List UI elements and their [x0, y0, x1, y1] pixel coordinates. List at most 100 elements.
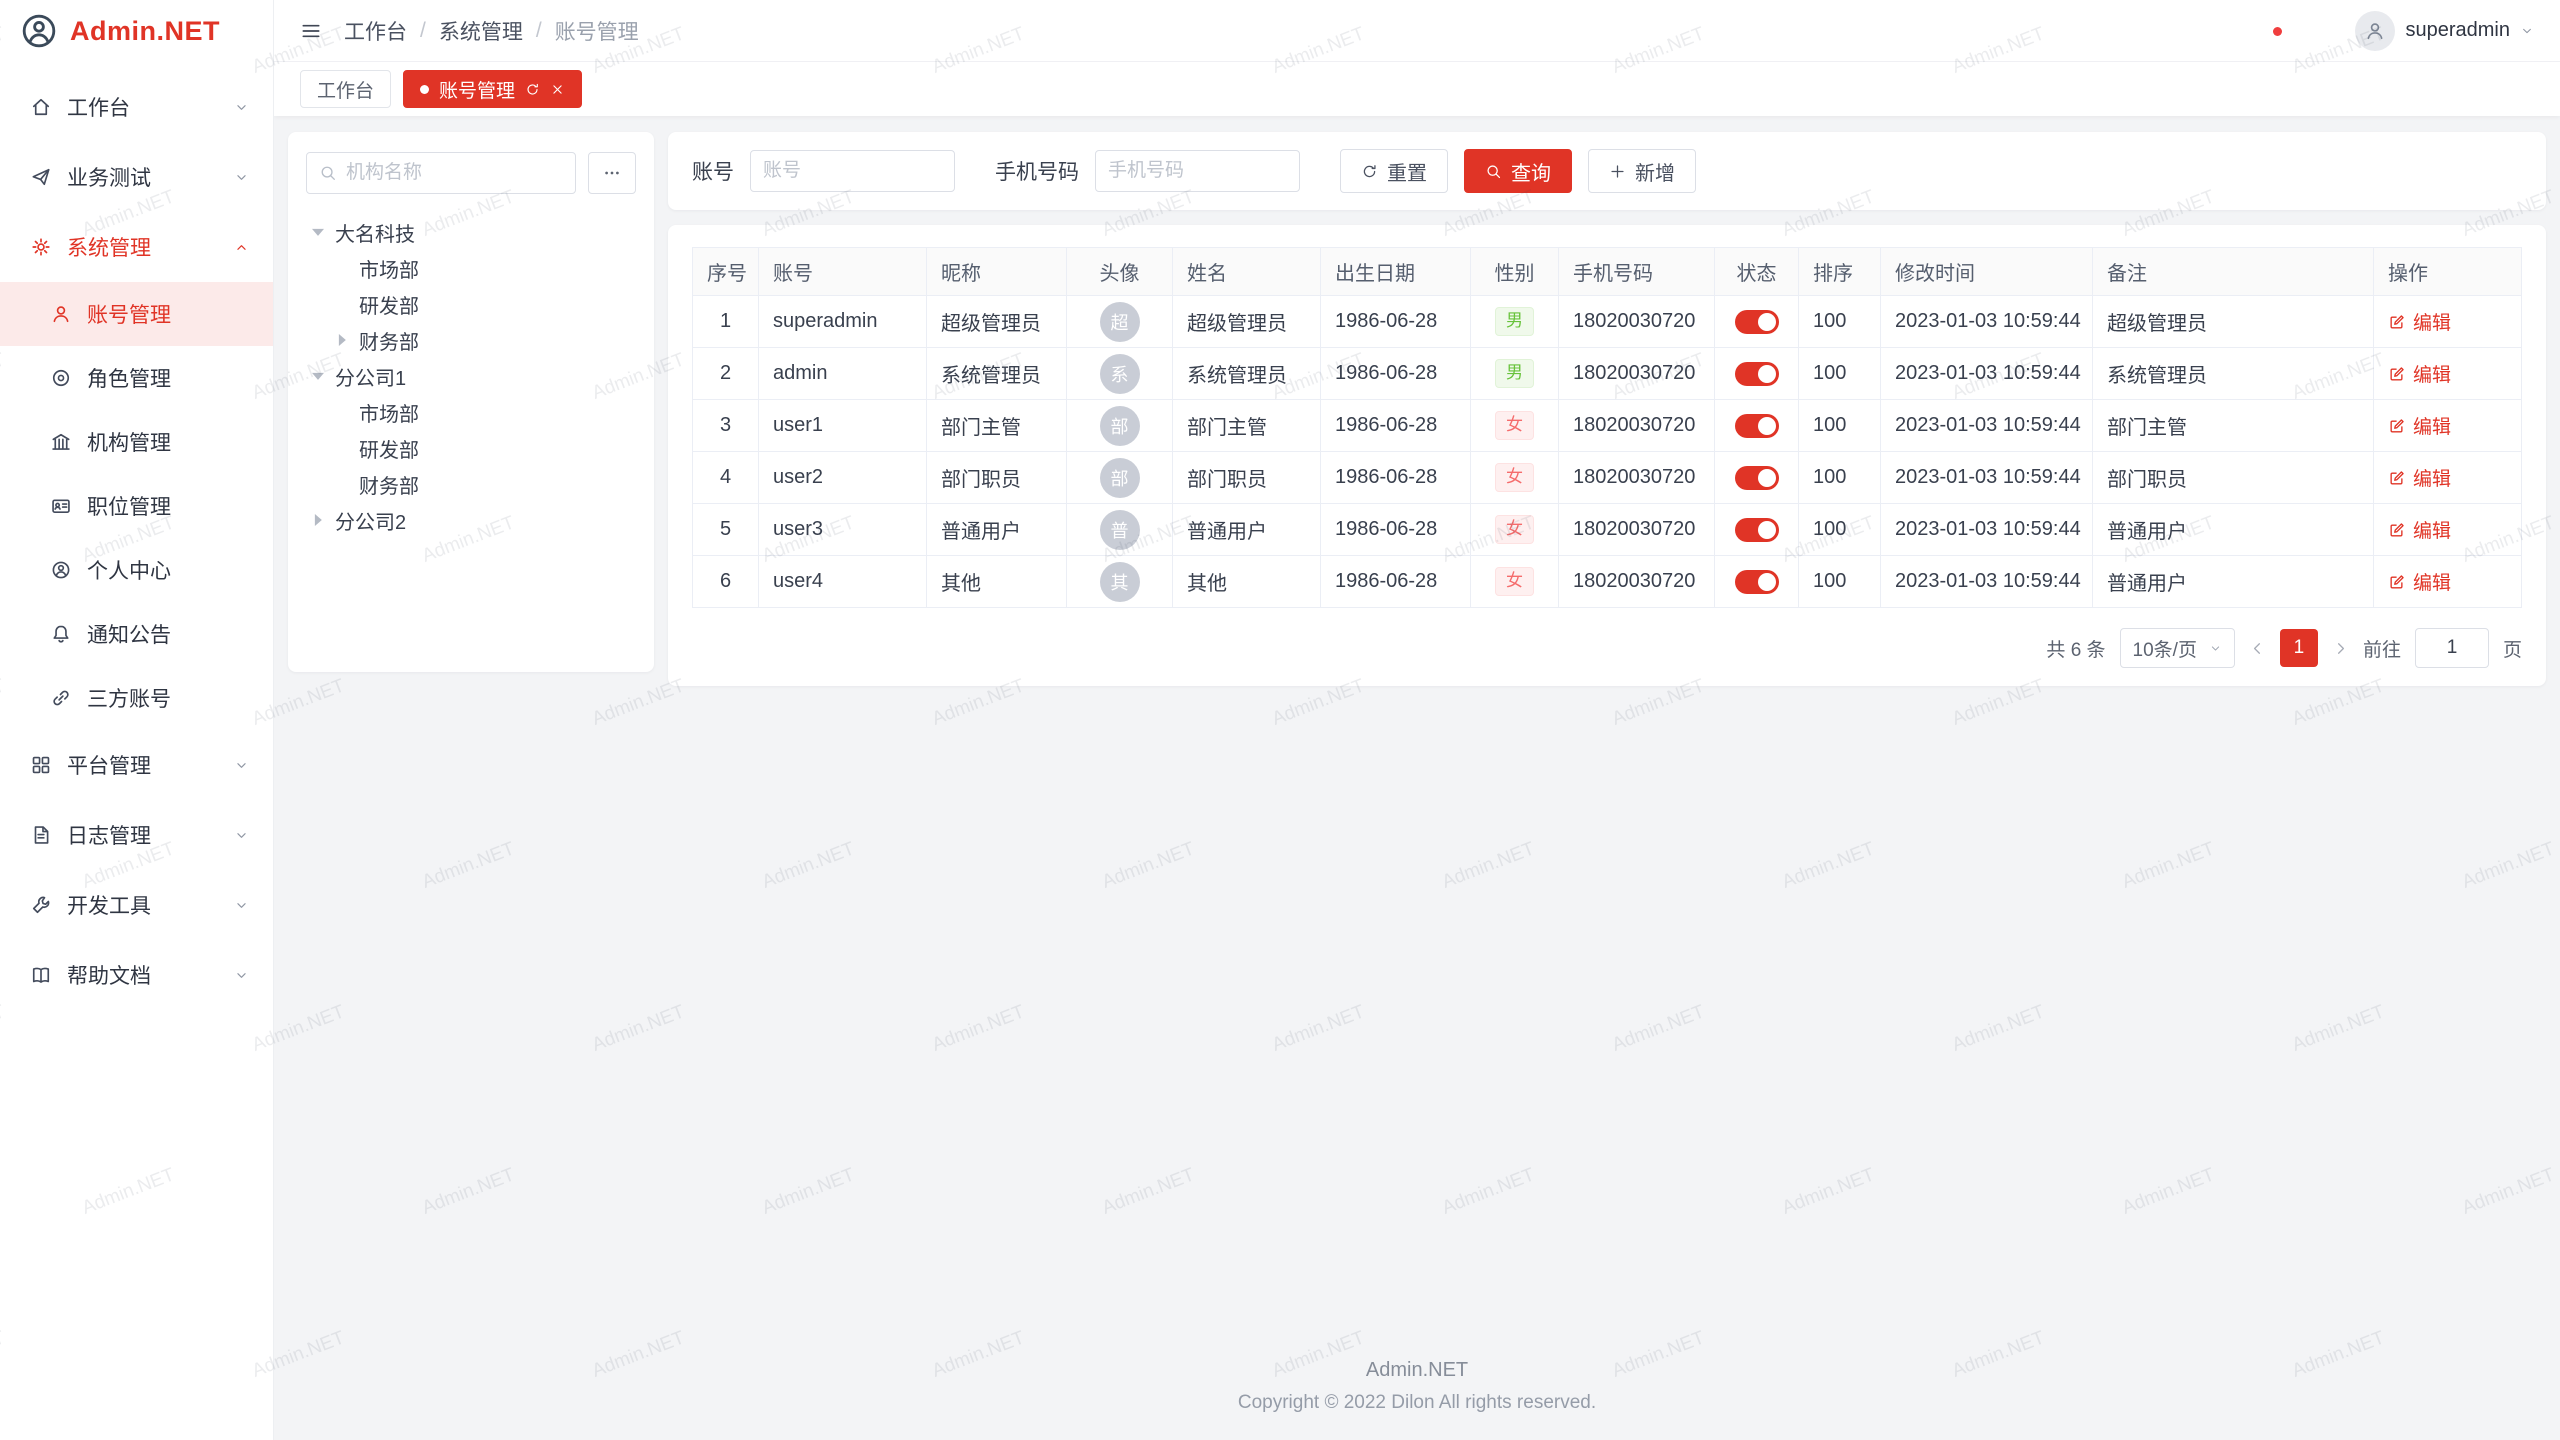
prev-page-button[interactable] — [2249, 640, 2266, 657]
next-page-button[interactable] — [2332, 640, 2349, 657]
edit-button[interactable]: 编辑 — [2388, 516, 2451, 543]
sidebar-subitem[interactable]: 个人中心 — [0, 538, 273, 602]
edit-button[interactable]: 编辑 — [2388, 412, 2451, 439]
status-toggle[interactable] — [1735, 518, 1779, 542]
cell-gender: 女 — [1471, 556, 1559, 608]
cell-avatar: 部 — [1067, 400, 1173, 452]
search-button[interactable]: 查询 — [1464, 149, 1572, 193]
page-number-current[interactable]: 1 — [2280, 629, 2318, 667]
cell-index: 1 — [693, 296, 759, 348]
tree-node-label: 市场部 — [359, 398, 419, 427]
column-header: 备注 — [2093, 248, 2374, 296]
tree-node-label: 财务部 — [359, 470, 419, 499]
phone-field[interactable] — [1095, 150, 1300, 192]
menu-icon[interactable] — [300, 20, 322, 42]
edit-button[interactable]: 编辑 — [2388, 308, 2451, 335]
sidebar-subitem[interactable]: 机构管理 — [0, 410, 273, 474]
breadcrumb-item[interactable]: 系统管理 — [439, 16, 523, 46]
add-button[interactable]: 新增 — [1588, 149, 1696, 193]
cell-remark: 普通用户 — [2093, 556, 2374, 608]
column-header: 序号 — [693, 248, 759, 296]
account-field[interactable] — [750, 150, 955, 192]
tree-node[interactable]: 分公司2 — [306, 502, 636, 538]
breadcrumb-separator: / — [420, 19, 426, 43]
edit-icon — [2388, 521, 2406, 539]
pagination: 共 6 条 10条/页 1 前往 页 — [692, 628, 2522, 668]
tab-item[interactable]: 账号管理 — [403, 70, 582, 108]
sidebar-item[interactable]: 业务测试 — [0, 142, 273, 212]
footer-copyright: Copyright © 2022 Dilon All rights reserv… — [274, 1392, 2560, 1414]
caret-right-icon[interactable] — [306, 508, 330, 532]
status-toggle[interactable] — [1735, 310, 1779, 334]
sidebar-subitem-label: 个人中心 — [87, 555, 171, 585]
chevron-right-icon — [2332, 640, 2349, 657]
status-toggle[interactable] — [1735, 362, 1779, 386]
status-toggle[interactable] — [1735, 466, 1779, 490]
sidebar-item[interactable]: 系统管理 — [0, 212, 273, 282]
sidebar-item[interactable]: 日志管理 — [0, 800, 273, 870]
cell-name: 部门职员 — [1173, 452, 1321, 504]
phone-input[interactable] — [1108, 160, 1287, 182]
app-root: Admin.NET 工作台业务测试系统管理账号管理角色管理机构管理职位管理个人中… — [0, 0, 2560, 1440]
cell-modified: 2023-01-03 10:59:44 — [1881, 348, 2093, 400]
edit-button[interactable]: 编辑 — [2388, 360, 2451, 387]
refresh-icon — [1361, 163, 1378, 180]
page-size-select[interactable]: 10条/页 — [2120, 628, 2235, 668]
column-header: 状态 — [1715, 248, 1799, 296]
org-search-input[interactable] — [346, 162, 563, 184]
send-icon — [30, 166, 52, 188]
tree-node-label: 分公司1 — [335, 362, 406, 391]
breadcrumb-item[interactable]: 工作台 — [344, 16, 407, 46]
edit-button[interactable]: 编辑 — [2388, 568, 2451, 595]
account-input[interactable] — [763, 160, 942, 182]
account-label: 账号 — [692, 156, 734, 186]
sidebar-item[interactable]: 开发工具 — [0, 870, 273, 940]
sidebar-submenu: 账号管理角色管理机构管理职位管理个人中心通知公告三方账号 — [0, 282, 273, 730]
sidebar-subitem[interactable]: 账号管理 — [0, 282, 273, 346]
edit-button[interactable]: 编辑 — [2388, 464, 2451, 491]
refresh-icon[interactable] — [525, 82, 540, 97]
close-icon[interactable] — [550, 82, 565, 97]
cell-index: 3 — [693, 400, 759, 452]
sidebar-subitem-label: 三方账号 — [87, 683, 171, 713]
tab-item[interactable]: 工作台 — [300, 70, 391, 108]
tree-node[interactable]: 市场部 — [306, 394, 636, 430]
home-icon — [30, 96, 52, 118]
tree-node[interactable]: 大名科技 — [306, 214, 636, 250]
sidebar-subitem[interactable]: 通知公告 — [0, 602, 273, 666]
tree-more-button[interactable] — [588, 152, 636, 194]
cell-gender: 女 — [1471, 452, 1559, 504]
sidebar-item[interactable]: 工作台 — [0, 72, 273, 142]
avatar: 部 — [1100, 458, 1140, 498]
page-unit: 页 — [2503, 635, 2522, 662]
tree-node[interactable]: 研发部 — [306, 286, 636, 322]
status-toggle[interactable] — [1735, 414, 1779, 438]
tree-node[interactable]: 市场部 — [306, 250, 636, 286]
sidebar-subitem[interactable]: 职位管理 — [0, 474, 273, 538]
grid-icon — [30, 754, 52, 776]
sidebar-item[interactable]: 平台管理 — [0, 730, 273, 800]
reset-button[interactable]: 重置 — [1340, 149, 1448, 193]
sidebar-subitem-label: 角色管理 — [87, 363, 171, 393]
app-logo[interactable]: Admin.NET — [0, 0, 273, 62]
user-menu[interactable]: superadmin — [2355, 11, 2534, 51]
tree-node[interactable]: 财务部 — [306, 322, 636, 358]
caret-down-icon[interactable] — [306, 364, 330, 388]
goto-page-input[interactable] — [2415, 628, 2489, 668]
caret-right-icon[interactable] — [330, 328, 354, 352]
edit-icon — [2388, 365, 2406, 383]
cell-index: 6 — [693, 556, 759, 608]
sidebar-item[interactable]: 帮助文档 — [0, 940, 273, 1010]
tree-node[interactable]: 分公司1 — [306, 358, 636, 394]
caret-down-icon[interactable] — [306, 220, 330, 244]
sidebar-subitem[interactable]: 角色管理 — [0, 346, 273, 410]
breadcrumb-item-current: 账号管理 — [555, 16, 639, 46]
gender-tag: 女 — [1495, 515, 1534, 543]
tree-node[interactable]: 财务部 — [306, 466, 636, 502]
cell-birthday: 1986-06-28 — [1321, 556, 1471, 608]
org-search-field[interactable] — [306, 152, 576, 194]
tree-node[interactable]: 研发部 — [306, 430, 636, 466]
sidebar-subitem[interactable]: 三方账号 — [0, 666, 273, 730]
status-toggle[interactable] — [1735, 570, 1779, 594]
cell-birthday: 1986-06-28 — [1321, 452, 1471, 504]
